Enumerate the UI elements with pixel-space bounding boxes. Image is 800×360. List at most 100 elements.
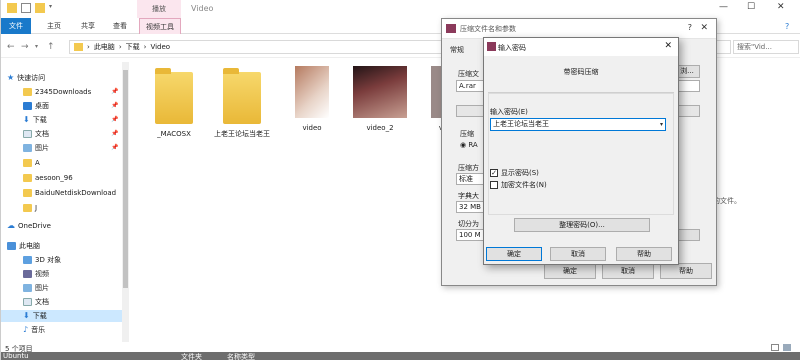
file-name: vi [411,124,445,133]
sidebar-item-label: 快速访问 [17,74,46,82]
file-name: video [302,124,322,132]
video-icon [23,270,32,278]
sidebar-item-desktop[interactable]: 桌面 [23,100,49,112]
split-size-field[interactable]: 100 M [456,229,486,241]
password-dialog-title: 输入密码 [498,44,526,52]
set-password-button[interactable] [678,229,700,241]
encrypt-filenames-checkbox[interactable]: 加密文件名(N) [490,180,547,190]
sidebar-item-aesoon[interactable]: aesoon_96 [23,172,73,184]
sidebar-item-label: 文档 [35,130,49,138]
checkmark-icon: ✓ [490,169,498,177]
large-icons-view-icon[interactable] [783,344,791,351]
folder-icon [74,43,83,51]
help-icon[interactable]: ? [785,22,789,31]
cancel-button[interactable]: 取消 [602,263,654,279]
forward-arrow-icon[interactable]: → [21,42,29,52]
explorer-titlebar: ▾ 播放 Video [1,0,800,18]
password-input[interactable]: 上老王论坛当老王 ▾ [490,118,666,131]
tab-general[interactable]: 常规 [450,45,464,55]
pin-icon: 📌 [111,116,119,123]
chevron-down-icon[interactable]: ▾ [49,3,59,13]
password-heading: 带密码压缩 [563,68,599,76]
sidebar-item-this-pc[interactable]: 此电脑 [7,240,40,252]
sidebar-item-downloads[interactable]: ⬇ 下载 [23,114,47,126]
tab-share[interactable]: 共享 [73,18,103,34]
file-item-video2[interactable]: video_2 [349,66,411,133]
ok-button[interactable]: 确定 [486,247,542,261]
chevron-down-icon[interactable]: ▾ [35,42,38,52]
cube-icon [23,256,32,264]
ok-button[interactable]: 确定 [544,263,596,279]
file-name: _MACOSX [157,130,191,138]
file-item-video[interactable]: video [281,66,343,133]
folder-icon[interactable] [35,3,45,13]
tab-view[interactable]: 查看 [105,18,135,34]
method-select[interactable]: 标准 [456,173,486,185]
sidebar-item-j[interactable]: J [23,202,37,214]
up-arrow-icon[interactable]: ↑ [47,42,55,52]
window-title: Video [191,4,214,13]
details-view-icon[interactable] [771,344,779,351]
file-item-macosx[interactable]: _MACOSX [143,66,205,139]
taskbar-item[interactable]: Ubuntu [3,352,29,360]
chevron-right-icon: › [143,43,147,51]
breadcrumb-item[interactable]: 下载 [126,42,140,52]
sidebar-item-label: 此电脑 [19,242,40,250]
sidebar-item-2345downloads[interactable]: 2345Downloads [23,86,91,98]
sidebar-item-label: BaiduNetdiskDownload [35,189,117,197]
sidebar-item-documents[interactable]: 文档 [23,128,49,140]
sidebar-item-3d-objects[interactable]: 3D 对象 [23,254,61,266]
breadcrumb-item[interactable]: 此电脑 [94,42,115,52]
file-item-folder-laowang[interactable]: 上老王论坛当老王 [211,66,273,139]
close-icon[interactable]: ✕ [664,41,672,51]
checkbox-icon[interactable] [21,3,31,13]
sidebar-item-pictures[interactable]: 图片 [23,142,49,154]
dictionary-select[interactable]: 32 MB [456,201,486,213]
folder-icon[interactable] [7,3,17,13]
music-icon: ♪ [23,325,29,334]
chevron-down-icon[interactable]: ▾ [660,119,663,130]
tab-file[interactable]: 文件 [1,18,31,34]
sidebar-scroll-thumb[interactable] [123,70,128,288]
help-icon[interactable]: ? [688,23,692,32]
folder-icon [23,174,32,182]
organize-passwords-button[interactable]: 整理密码(O)... [514,218,650,232]
pin-icon: 📌 [111,88,119,95]
taskbar-strip [1,352,800,360]
sidebar-item-onedrive[interactable]: ☁ OneDrive [7,220,51,232]
sidebar-item-label: 3D 对象 [35,256,62,264]
sidebar-item-downloads-pc[interactable]: ⬇ 下载 [1,310,122,322]
method-label: 压缩方 [458,164,479,172]
sidebar-item-label: 下载 [32,116,47,124]
close-icon[interactable]: ✕ [777,2,785,12]
search-input[interactable]: 搜索"Vid... [733,40,799,54]
tab-home[interactable]: 主页 [39,18,69,34]
cancel-button[interactable]: 取消 [550,247,606,261]
sidebar-item-label: OneDrive [18,222,51,230]
tab-video-tools[interactable]: 视频工具 [139,18,181,34]
minimize-icon[interactable]: — [719,2,728,12]
archive-dialog-title: 压缩文件名和参数 [460,25,516,33]
sidebar-item-label: J [35,204,38,212]
sidebar-item-a[interactable]: A [23,157,40,169]
sidebar-item-music[interactable]: ♪ 音乐 [23,324,45,336]
sidebar-item-pictures-pc[interactable]: 图片 [23,282,49,294]
taskbar-item[interactable]: 文件夹 [181,352,202,360]
quick-access-toolbar: ▾ [7,3,59,13]
help-button[interactable]: 帮助 [660,263,712,279]
sidebar-item-label: 图片 [35,284,49,292]
sidebar-item-baidunetdisk[interactable]: BaiduNetdiskDownload [23,187,116,199]
sidebar-item-documents-pc[interactable]: 文档 [23,296,49,308]
context-tab-play[interactable]: 播放 [137,0,181,18]
file-item-video3[interactable]: vi [411,66,445,133]
back-arrow-icon[interactable]: ← [7,42,15,52]
close-icon[interactable]: ✕ [700,23,708,33]
format-radio-rar[interactable]: ◉ RA [460,141,478,149]
sidebar-item-videos[interactable]: 视频 [23,268,49,280]
maximize-icon[interactable]: ☐ [747,2,755,12]
help-button[interactable]: 帮助 [616,247,672,261]
taskbar-item[interactable]: 名称类型 [227,352,255,360]
show-password-checkbox[interactable]: ✓ 显示密码(S) [490,168,539,178]
sidebar-item-quick-access[interactable]: ★ 快速访问 [7,72,45,84]
breadcrumb-item[interactable]: Video [150,43,170,51]
